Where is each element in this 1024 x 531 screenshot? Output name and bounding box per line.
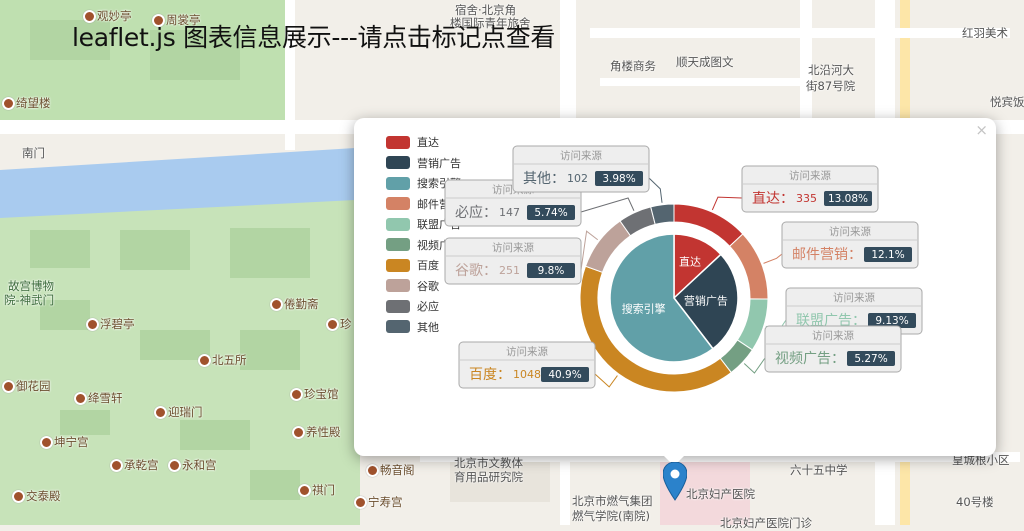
poi-icon [74, 392, 87, 405]
map-label: 交泰殿 [26, 489, 61, 503]
map-label: 永和宫 [182, 458, 217, 472]
callout-name: 百度： [469, 367, 511, 383]
map-label: 珍 [340, 317, 352, 331]
poi-icon [298, 484, 311, 497]
poi-icon [2, 380, 15, 393]
slice-label: 营销广告 [684, 294, 728, 308]
label-line [580, 197, 635, 213]
callout-name: 其他： [523, 171, 565, 187]
poi-icon [168, 459, 181, 472]
map-label: 绮望楼 [16, 96, 51, 110]
map-label: 祺门 [312, 483, 335, 497]
map-label: 六十五中学 [790, 463, 848, 477]
poi-icon [198, 354, 211, 367]
label-line [648, 177, 663, 203]
map-label: 红羽美术 [962, 26, 1008, 40]
callout-name: 视频广告： [775, 351, 845, 367]
percent-label: 9.13% [875, 315, 908, 327]
map-label: 角楼商务 [610, 59, 656, 73]
map-label: 南门 [22, 146, 45, 160]
poi-icon [290, 388, 303, 401]
percent-label: 5.27% [854, 353, 887, 365]
map-label: 迎瑞门 [168, 405, 203, 419]
map-label: 承乾宫 [124, 458, 159, 472]
percent-label: 9.8% [538, 265, 565, 277]
map-label: 街87号院 [806, 79, 856, 93]
chart-popup[interactable]: × 直达 营销广告 搜索引擎 邮件营销 联盟广告 视频广告 百度 谷歌 必应 其他 直达 营销广告搜… [354, 118, 996, 456]
callout-value: 1048 [513, 368, 541, 381]
label-line [594, 373, 618, 388]
map-label: 院-神武门 [4, 293, 55, 307]
poi-icon [86, 318, 99, 331]
percent-label: 12.1% [871, 249, 904, 261]
percent-label: 5.74% [534, 207, 567, 219]
callout-name: 邮件营销： [792, 247, 862, 263]
map-label: 浮碧亭 [100, 317, 135, 331]
map-label: 北京妇产医院 [686, 487, 755, 501]
callout-title: 访问来源 [829, 225, 871, 238]
map-label: 御花园 [16, 379, 51, 393]
label-line [763, 253, 783, 264]
map-label: 宁寿宫 [368, 495, 403, 509]
poi-icon [354, 496, 367, 509]
pie-chart[interactable]: 直达营销广告搜索引擎访问来源直达：33513.08%访问来源邮件营销：31012… [354, 118, 996, 456]
map-label: 北京市燃气集团 [572, 494, 653, 508]
map-label: 畅音阁 [380, 463, 415, 477]
map-label: 顺天成图文 [676, 55, 734, 69]
map-label: 育用品研究院 [454, 470, 523, 484]
poi-icon [292, 426, 305, 439]
callout-name: 谷歌： [455, 263, 497, 279]
callout-title: 访问来源 [492, 241, 534, 254]
map-label: 坤宁宫 [54, 435, 89, 449]
callout-name: 必应： [455, 204, 497, 221]
poi-icon [366, 464, 379, 477]
poi-icon [2, 97, 15, 110]
slice-label: 直达 [679, 254, 701, 268]
map-label: 悦宾饭 [990, 95, 1024, 109]
percent-label: 3.98% [602, 173, 635, 185]
map-label: 北京妇产医院门诊 [720, 516, 812, 530]
poi-icon [40, 436, 53, 449]
map-label: 倦勤斋 [284, 297, 319, 311]
label-line [711, 196, 743, 211]
callout-value: 251 [499, 264, 520, 277]
label-line [743, 357, 766, 374]
callout-name: 直达： [752, 190, 794, 207]
callout-value: 147 [499, 206, 520, 219]
poi-icon [326, 318, 339, 331]
poi-icon [12, 490, 25, 503]
map-label: 40号楼 [956, 495, 994, 509]
slice-label: 搜索引擎 [622, 301, 666, 315]
map-label: 北五所 [212, 353, 247, 367]
callout-value: 102 [567, 172, 588, 185]
map-label: 燃气学院(南院) [572, 509, 650, 523]
callout-title: 访问来源 [789, 169, 831, 182]
percent-label: 40.9% [548, 369, 581, 381]
poi-icon [110, 459, 123, 472]
poi-icon [270, 298, 283, 311]
page-title: leaflet.js 图表信息展示---请点击标记点查看 [72, 23, 556, 52]
donut-slice[interactable] [736, 298, 769, 351]
callout-value: 335 [796, 192, 817, 205]
map-label: 绛雪轩 [88, 391, 123, 405]
map-label: 养性殿 [306, 425, 341, 439]
callout-title: 访问来源 [506, 345, 548, 358]
map-label: 珍宝馆 [304, 387, 339, 401]
map-label: 北沿河大 [808, 63, 854, 77]
donut-slice[interactable] [650, 203, 675, 225]
map-marker-icon[interactable] [663, 462, 687, 502]
percent-label: 13.08% [828, 193, 868, 205]
callout-title: 访问来源 [833, 291, 875, 304]
poi-icon [154, 406, 167, 419]
callout-title: 访问来源 [812, 329, 854, 342]
callout-title: 访问来源 [560, 149, 602, 162]
